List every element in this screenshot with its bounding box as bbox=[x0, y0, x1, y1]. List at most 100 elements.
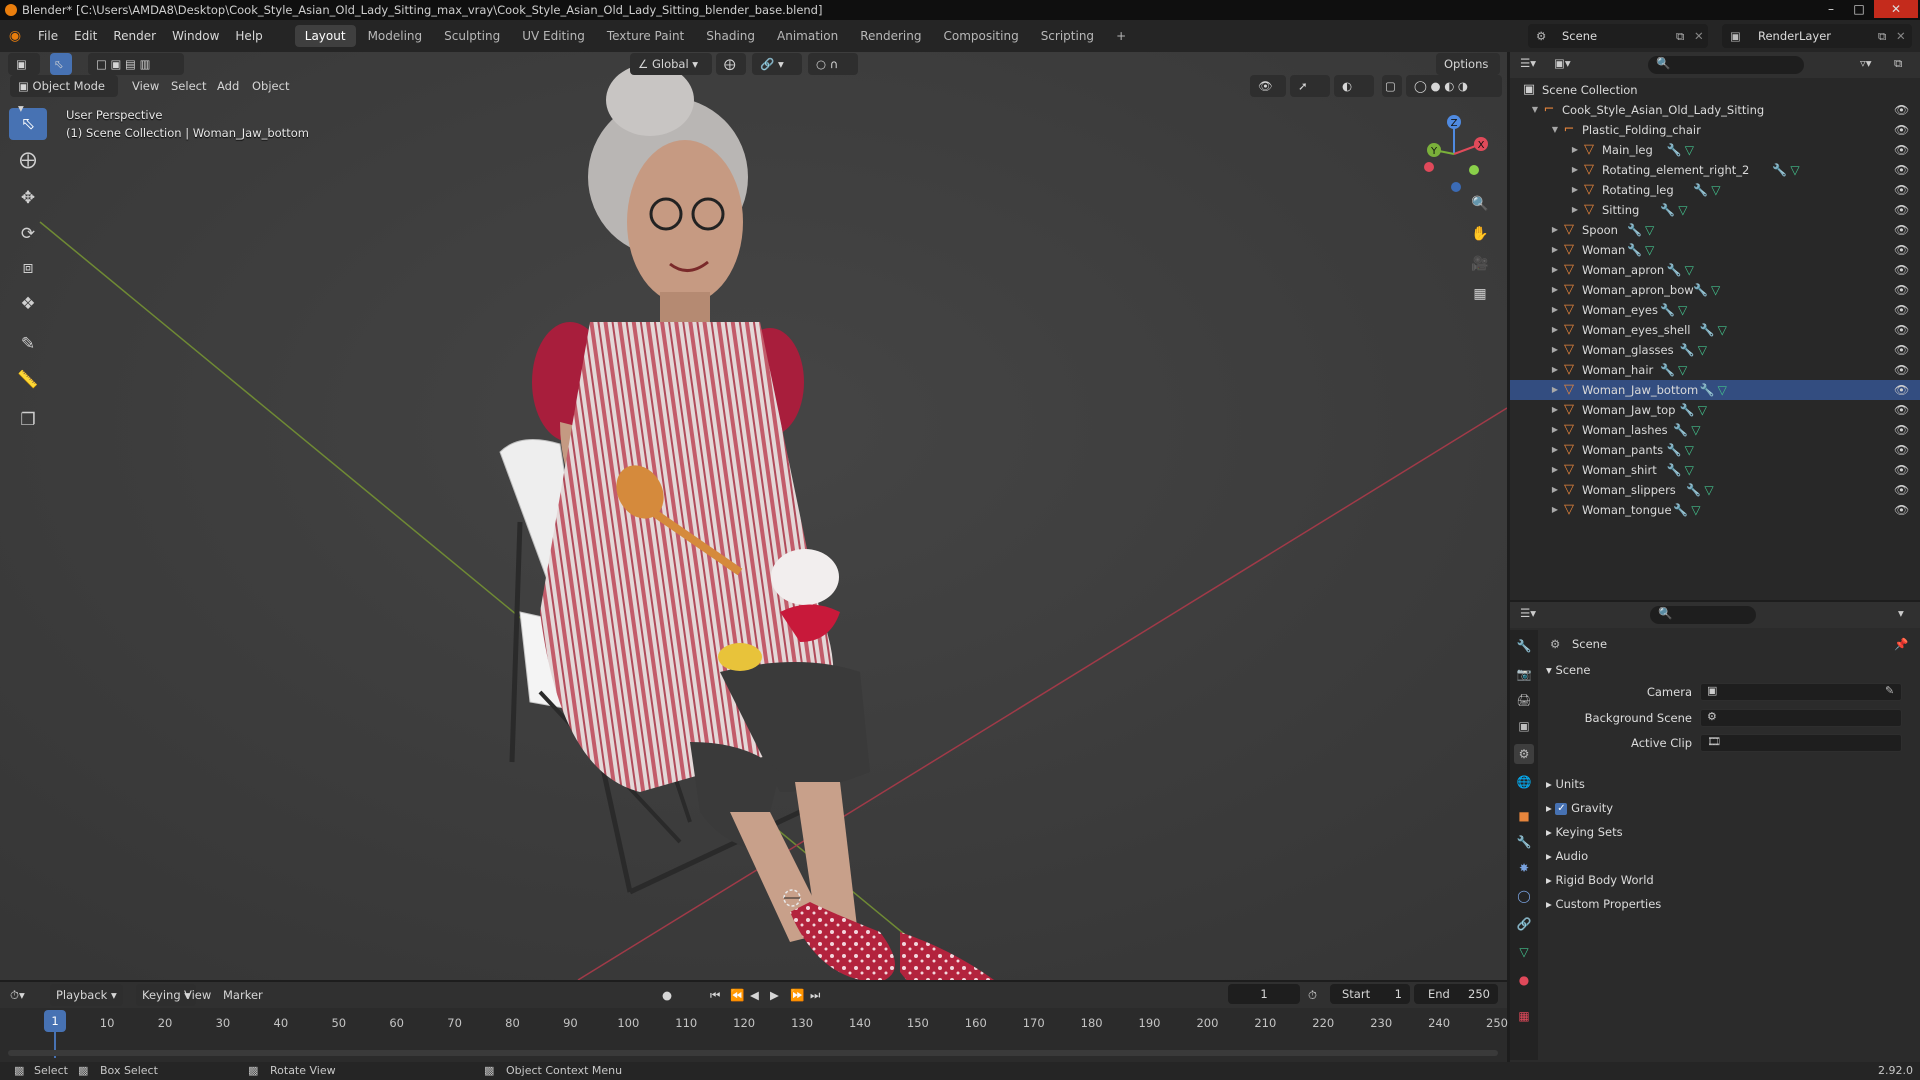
pan-hand-icon[interactable]: ✋ bbox=[1466, 220, 1494, 248]
modifier-icon[interactable]: 🔧 bbox=[1673, 420, 1688, 440]
modifier-icon[interactable]: 🔧 bbox=[1693, 180, 1708, 200]
modifier-icon[interactable]: 🔧 bbox=[1700, 380, 1715, 400]
visibility-eye-icon[interactable]: 👁 bbox=[1894, 140, 1909, 160]
view-layer-selector[interactable]: ▣ RenderLayer ⧉ ✕ bbox=[1722, 24, 1912, 48]
mesh-data-icon[interactable]: ▽ bbox=[1790, 160, 1799, 180]
annotate-tool[interactable]: ✎ bbox=[9, 328, 47, 360]
modifier-icon[interactable]: 🔧 bbox=[1667, 440, 1682, 460]
delete-view-layer-icon[interactable]: ✕ bbox=[1896, 24, 1906, 48]
modifier-icon[interactable]: 🔧 bbox=[1772, 160, 1787, 180]
outliner-row-rotating-element-right-2[interactable]: ▶ ▽ Rotating_element_right_2 🔧 ▽ 👁 bbox=[1510, 160, 1920, 180]
selection-modes[interactable]: □ ▣ ▤ ▥ bbox=[88, 53, 184, 75]
tab-sculpting[interactable]: Sculpting bbox=[434, 25, 510, 47]
visibility-eye-icon[interactable]: 👁 bbox=[1894, 200, 1909, 220]
mesh-data-icon[interactable]: ▽ bbox=[1691, 500, 1700, 520]
background-scene-field[interactable]: ⚙ bbox=[1700, 709, 1902, 727]
expand-closed-icon[interactable]: ▶ bbox=[1550, 280, 1560, 300]
menu-edit[interactable]: Edit bbox=[66, 24, 105, 48]
expand-closed-icon[interactable]: ▶ bbox=[1570, 200, 1580, 220]
xray-toggle-icon[interactable]: ▢ bbox=[1382, 75, 1402, 97]
outliner-row-woman-apron[interactable]: ▶ ▽ Woman_apron 🔧 ▽ 👁 bbox=[1510, 260, 1920, 280]
outliner-row-woman-slippers[interactable]: ▶ ▽ Woman_slippers 🔧 ▽ 👁 bbox=[1510, 480, 1920, 500]
tab-animation[interactable]: Animation bbox=[767, 25, 848, 47]
camera-field[interactable]: ▣ ✎ bbox=[1700, 683, 1902, 701]
modifier-icon[interactable]: 🔧 bbox=[1667, 140, 1682, 160]
outliner-row-rotating-leg[interactable]: ▶ ▽ Rotating_leg 🔧 ▽ 👁 bbox=[1510, 180, 1920, 200]
visibility-eye-icon[interactable]: 👁 bbox=[1894, 420, 1909, 440]
menu-render[interactable]: Render bbox=[105, 24, 164, 48]
modifier-icon[interactable]: 🔧 bbox=[1673, 500, 1688, 520]
mesh-data-icon[interactable]: ▽ bbox=[1711, 180, 1720, 200]
modifier-icon[interactable]: 🔧 bbox=[1627, 220, 1642, 240]
timeline-scrollbar[interactable] bbox=[8, 1050, 1498, 1056]
constraints-tab-icon[interactable]: 🔗 bbox=[1514, 914, 1534, 934]
expand-closed-icon[interactable]: ▶ bbox=[1550, 420, 1560, 440]
record-icon[interactable]: ● bbox=[662, 984, 672, 1006]
audio-section[interactable]: ▸ Audio bbox=[1546, 846, 1588, 866]
playhead-indicator[interactable]: 1 bbox=[44, 1010, 66, 1032]
expand-open-icon[interactable]: ▼ bbox=[1530, 100, 1540, 120]
transform-orientation-dropdown[interactable]: ∠ Global ▾ bbox=[630, 53, 712, 75]
expand-closed-icon[interactable]: ▶ bbox=[1550, 240, 1560, 260]
modifier-tab-icon[interactable]: 🔧 bbox=[1514, 832, 1534, 852]
outliner-collection-row[interactable]: ▼ ⌐ Cook_Style_Asian_Old_Lady_Sitting 👁 bbox=[1510, 100, 1920, 120]
mesh-data-icon[interactable]: ▽ bbox=[1698, 340, 1707, 360]
pivot-point-icon[interactable]: ⨁ bbox=[716, 53, 746, 75]
menu-window[interactable]: Window bbox=[164, 24, 227, 48]
particles-tab-icon[interactable]: ✸ bbox=[1514, 858, 1534, 878]
gizmo-toggle-icon[interactable]: ➚ bbox=[1290, 75, 1330, 97]
outliner-row-plastic-folding-chair[interactable]: ▼ ⌐ Plastic_Folding_chair 👁 bbox=[1510, 120, 1920, 140]
expand-closed-icon[interactable]: ▶ bbox=[1570, 160, 1580, 180]
camera-view-icon[interactable]: 🎥 bbox=[1466, 250, 1494, 278]
outliner-row-woman-shirt[interactable]: ▶ ▽ Woman_shirt 🔧 ▽ 👁 bbox=[1510, 460, 1920, 480]
expand-closed-icon[interactable]: ▶ bbox=[1550, 380, 1560, 400]
visibility-eye-icon[interactable]: 👁 bbox=[1894, 120, 1909, 140]
outliner-row-woman-jaw-bottom[interactable]: ▶ ▽ Woman_Jaw_bottom 🔧 ▽ 👁 bbox=[1510, 380, 1920, 400]
viewport-menu-add[interactable]: Add bbox=[217, 75, 239, 97]
outliner-row-spoon[interactable]: ▶ ▽ Spoon 🔧 ▽ 👁 bbox=[1510, 220, 1920, 240]
new-view-layer-icon[interactable]: ⧉ bbox=[1878, 24, 1886, 48]
playback-menu[interactable]: Playback ▾ bbox=[50, 984, 123, 1006]
menu-file[interactable]: File bbox=[30, 24, 66, 48]
visibility-eye-icon[interactable]: 👁 bbox=[1894, 320, 1909, 340]
visibility-eye-icon[interactable]: 👁 bbox=[1894, 500, 1909, 520]
visibility-eye-icon[interactable]: 👁 bbox=[1894, 240, 1909, 260]
zoom-icon[interactable]: 🔍 bbox=[1466, 190, 1494, 218]
tool-tab-icon[interactable]: 🔧 bbox=[1514, 636, 1534, 656]
marker-menu[interactable]: Marker bbox=[223, 984, 263, 1006]
data-tab-icon[interactable]: ▽ bbox=[1514, 942, 1534, 962]
expand-closed-icon[interactable]: ▶ bbox=[1570, 180, 1580, 200]
properties-search-input[interactable]: 🔍 bbox=[1650, 606, 1756, 624]
editor-type-icon[interactable]: ▣ bbox=[8, 53, 40, 75]
cursor-tool[interactable]: ⨁ bbox=[9, 144, 47, 176]
outliner-row-woman-glasses[interactable]: ▶ ▽ Woman_glasses 🔧 ▽ 👁 bbox=[1510, 340, 1920, 360]
visibility-eye-icon[interactable]: 👁 bbox=[1894, 480, 1909, 500]
mesh-data-icon[interactable]: ▽ bbox=[1645, 220, 1654, 240]
tab-shading[interactable]: Shading bbox=[696, 25, 765, 47]
options-dropdown[interactable]: Options ▾ bbox=[1436, 53, 1500, 93]
object-mode-dropdown[interactable]: ▣ Object Mode ▾ bbox=[10, 75, 118, 115]
mesh-data-icon[interactable]: ▽ bbox=[1685, 260, 1694, 280]
mesh-data-icon[interactable]: ▽ bbox=[1691, 420, 1700, 440]
gravity-section[interactable]: ▸ ✓ Gravity bbox=[1546, 798, 1613, 818]
tab-compositing[interactable]: Compositing bbox=[933, 25, 1028, 47]
expand-closed-icon[interactable]: ▶ bbox=[1550, 260, 1560, 280]
tab-texture-paint[interactable]: Texture Paint bbox=[597, 25, 694, 47]
play-icon[interactable]: ▶ bbox=[770, 984, 779, 1006]
proportional-edit-icon[interactable]: ○ ∩ bbox=[808, 53, 858, 75]
mesh-data-icon[interactable]: ▽ bbox=[1704, 480, 1713, 500]
move-tool[interactable]: ✥ bbox=[9, 182, 47, 214]
tab-rendering[interactable]: Rendering bbox=[850, 25, 931, 47]
viewport-menu-view[interactable]: View bbox=[132, 75, 159, 97]
minimize-button[interactable]: – bbox=[1818, 0, 1844, 18]
jump-end-icon[interactable]: ⏭ bbox=[810, 984, 820, 1006]
mesh-data-icon[interactable]: ▽ bbox=[1685, 460, 1694, 480]
rigid-body-world-section[interactable]: ▸ Rigid Body World bbox=[1546, 870, 1654, 890]
expand-closed-icon[interactable]: ▶ bbox=[1550, 400, 1560, 420]
output-tab-icon[interactable]: 🖨 bbox=[1514, 690, 1534, 710]
modifier-icon[interactable]: 🔧 bbox=[1686, 480, 1701, 500]
custom-properties-section[interactable]: ▸ Custom Properties bbox=[1546, 894, 1661, 914]
tab-layout[interactable]: Layout bbox=[294, 25, 356, 47]
view-layer-tab-icon[interactable]: ▣ bbox=[1514, 716, 1534, 736]
pin-icon[interactable]: 📌 bbox=[1894, 634, 1908, 654]
